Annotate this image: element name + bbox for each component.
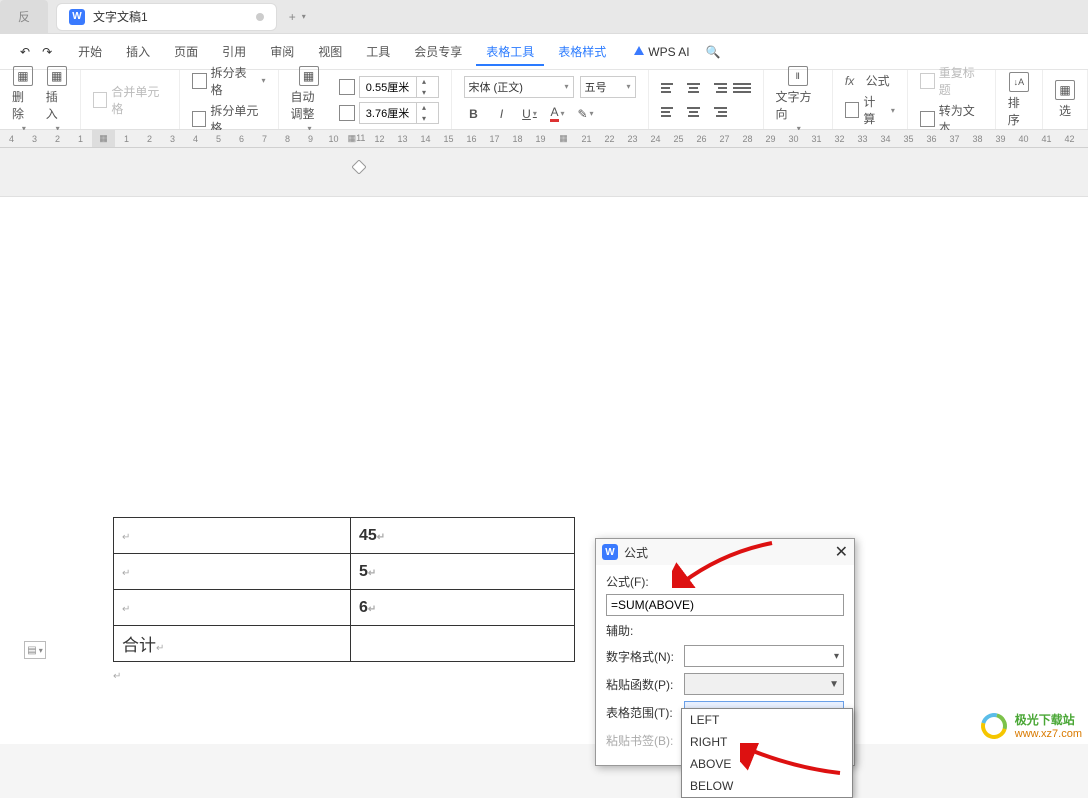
insert-button[interactable]: ▦插入▾ xyxy=(46,66,68,133)
menu-start[interactable]: 开始 xyxy=(68,37,112,66)
align-distributed[interactable] xyxy=(733,79,751,97)
document-table[interactable]: ↵ 45↵ ↵ 5↵ ↵ 6↵ 合计↵ ↵ xyxy=(113,517,575,682)
ribbon: ▦删除▾ ▦插入▾ 合并单元格 拆分表格▾ 拆分单元格 ▦自动调整▾ ▴▾ ▴▾… xyxy=(0,70,1088,130)
table-range-label: 表格范围(T): xyxy=(606,704,680,721)
undo-button[interactable]: ↶ xyxy=(20,45,30,59)
merge-cells-button: 合并单元格 xyxy=(93,81,167,119)
document-area: ↵ 45↵ ↵ 5↵ ↵ 6↵ 合计↵ ↵ ▤ ▾ W 公式 ✕ xyxy=(0,148,1088,744)
repeat-header-button: 重复标题 xyxy=(920,62,983,100)
wps-ai-icon xyxy=(634,46,644,55)
align-top-right[interactable] xyxy=(709,79,727,97)
italic-button[interactable]: I xyxy=(492,104,512,124)
col-width-icon xyxy=(339,105,355,121)
indent-marker[interactable] xyxy=(352,160,366,177)
table-row: ↵ 5↵ xyxy=(114,554,575,590)
document-tab[interactable]: W 文字文稿1 xyxy=(56,3,277,31)
align-top-center[interactable] xyxy=(685,79,703,97)
table-row: ↵ 45↵ xyxy=(114,518,575,554)
paste-bookmark-label: 粘贴书签(B): xyxy=(606,732,680,749)
calc-button[interactable]: 计算▾ xyxy=(845,91,895,129)
watermark-logo-icon xyxy=(981,713,1011,739)
arrow-annotation-1 xyxy=(672,538,782,588)
doc-tab-label: 文字文稿1 xyxy=(93,8,148,25)
select-button[interactable]: ▦选 xyxy=(1055,80,1075,119)
title-bar: 反 W 文字文稿1 +▾ xyxy=(0,0,1088,34)
menu-table-tools[interactable]: 表格工具 xyxy=(476,37,544,66)
menu-insert[interactable]: 插入 xyxy=(116,37,160,66)
text-direction-button[interactable]: Ⅱ文字方向▾ xyxy=(776,66,820,133)
new-tab-button[interactable]: +▾ xyxy=(289,10,306,24)
align-top-left[interactable] xyxy=(661,79,679,97)
menu-view[interactable]: 视图 xyxy=(308,37,352,66)
split-table-button[interactable]: 拆分表格▾ xyxy=(192,62,266,100)
assist-label: 辅助: xyxy=(606,622,844,639)
align-mid-right[interactable] xyxy=(709,103,727,121)
menu-tools[interactable]: 工具 xyxy=(356,37,400,66)
table-row: 合计↵ xyxy=(114,626,575,662)
col-width-input[interactable]: ▴▾ xyxy=(359,102,439,124)
close-icon[interactable]: ✕ xyxy=(835,542,848,562)
word-icon: W xyxy=(69,9,85,25)
search-icon[interactable]: 🔍 xyxy=(706,45,721,59)
menu-member[interactable]: 会员专享 xyxy=(404,37,472,66)
dropdown-item-left[interactable]: LEFT xyxy=(682,709,852,731)
horizontal-ruler: 4321 ▦ 12345 678910 ▦1112131415 16171819… xyxy=(0,130,1088,148)
sort-button[interactable]: ↓A排序 xyxy=(1008,72,1030,128)
paste-func-select[interactable]: ▼ xyxy=(684,673,844,695)
bold-button[interactable]: B xyxy=(464,104,484,124)
arrow-annotation-2 xyxy=(740,743,850,783)
page-layout-handle[interactable]: ▤ ▾ xyxy=(24,641,46,659)
align-mid-left[interactable] xyxy=(661,103,679,121)
menu-review[interactable]: 审阅 xyxy=(260,37,304,66)
auto-adjust-button[interactable]: ▦自动调整▾ xyxy=(291,66,327,133)
watermark-url: www.xz7.com xyxy=(1015,728,1082,740)
app-tab[interactable]: 反 xyxy=(0,0,48,34)
highlight-button[interactable]: ✎▾ xyxy=(576,104,596,124)
watermark-text: 极光下载站 xyxy=(1015,711,1082,728)
number-format-select[interactable]: ▾ xyxy=(684,645,844,667)
watermark: 极光下载站 www.xz7.com xyxy=(981,711,1082,740)
formula-input[interactable] xyxy=(606,594,844,616)
font-color-button[interactable]: A▾ xyxy=(548,104,568,124)
dialog-title: 公式 xyxy=(624,544,648,561)
underline-button[interactable]: U▾ xyxy=(520,104,540,124)
align-mid-center[interactable] xyxy=(685,103,703,121)
redo-button[interactable]: ↷ xyxy=(42,45,52,59)
word-icon: W xyxy=(602,544,618,560)
menu-table-style[interactable]: 表格样式 xyxy=(548,37,616,66)
formula-button[interactable]: fx 公式 xyxy=(845,70,895,91)
number-format-label: 数字格式(N): xyxy=(606,648,680,665)
font-size-select[interactable]: 五号▾ xyxy=(580,76,636,98)
close-tab-dot[interactable] xyxy=(256,13,264,21)
row-height-icon xyxy=(339,79,355,95)
delete-button[interactable]: ▦删除▾ xyxy=(12,66,34,133)
paste-func-label: 粘贴函数(P): xyxy=(606,676,680,693)
table-row: ↵ 6↵ xyxy=(114,590,575,626)
wps-ai-button[interactable]: WPS AI xyxy=(634,45,689,59)
font-name-select[interactable]: 宋体 (正文)▾ xyxy=(464,76,574,98)
row-height-input[interactable]: ▴▾ xyxy=(359,76,439,98)
